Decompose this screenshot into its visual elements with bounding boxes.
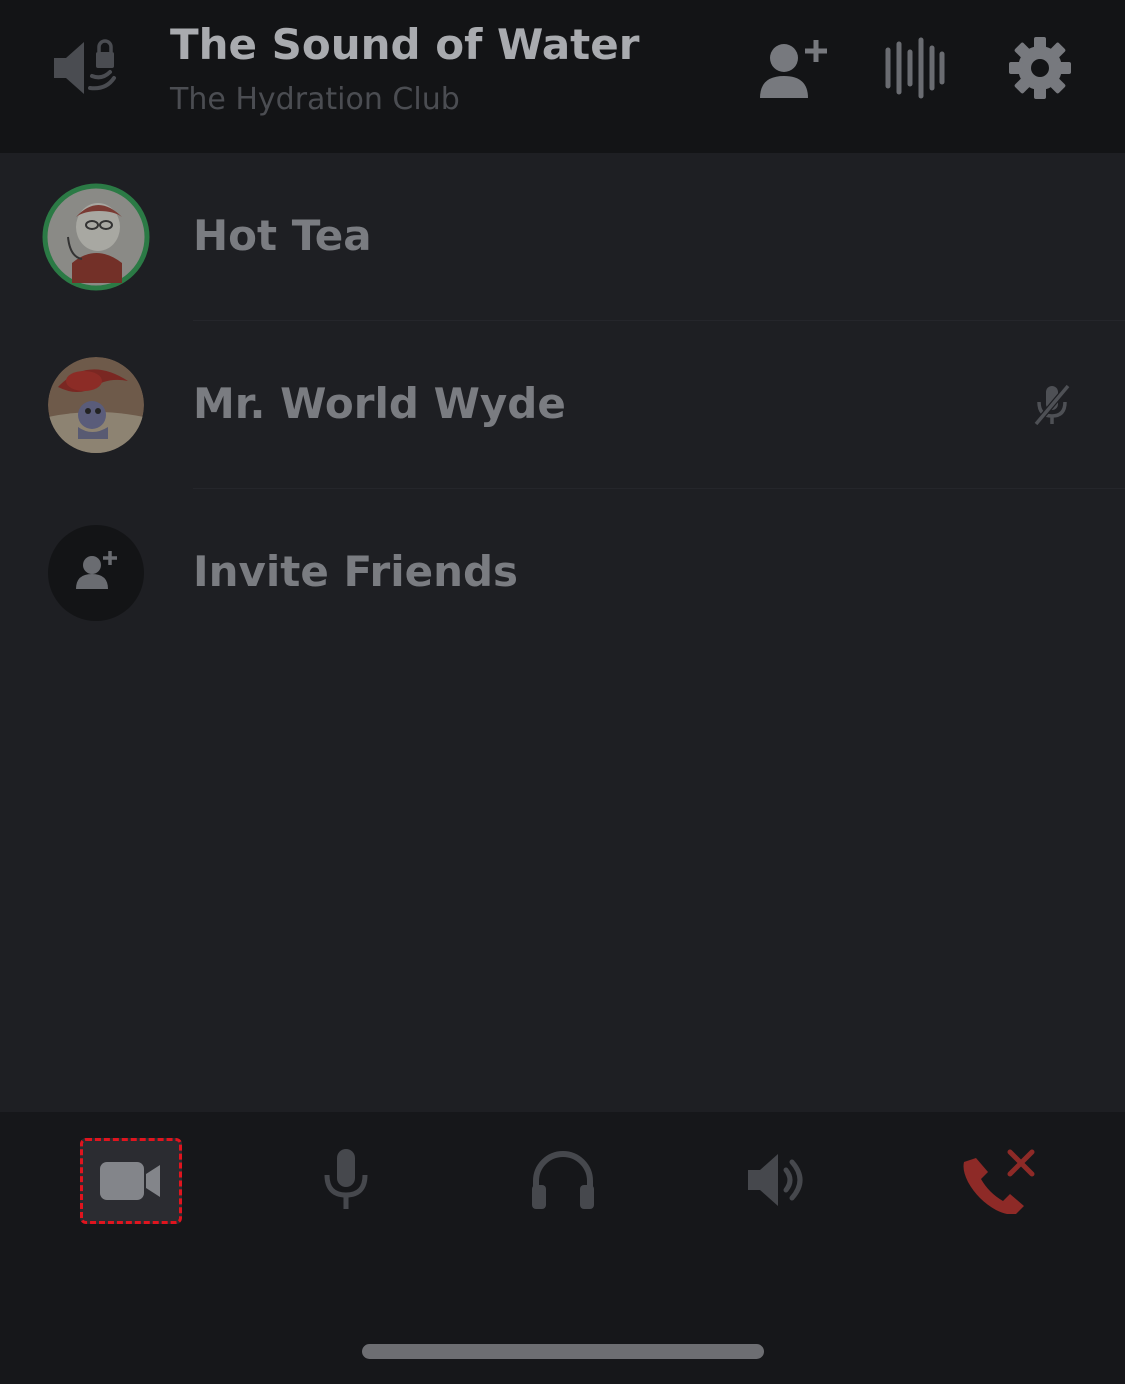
deafen-button[interactable] — [513, 1138, 613, 1222]
video-button[interactable] — [80, 1138, 182, 1224]
call-controls-bar — [0, 1112, 1125, 1384]
microphone-button[interactable] — [296, 1138, 396, 1222]
server-name: The Hydration Club — [170, 82, 460, 117]
invite-friends-label: Invite Friends — [193, 547, 519, 596]
voice-channel-header: The Sound of Water The Hydration Club — [0, 0, 1125, 153]
microphone-icon — [324, 1149, 368, 1209]
video-camera-icon — [100, 1162, 160, 1200]
add-member-icon — [760, 40, 827, 98]
add-person-icon — [76, 551, 117, 589]
disconnect-button[interactable] — [948, 1138, 1048, 1222]
channel-title: The Sound of Water — [170, 20, 640, 69]
member-row[interactable]: Hot Tea — [0, 153, 1125, 321]
member-name: Mr. World Wyde — [193, 379, 566, 428]
add-member-button[interactable] — [752, 28, 832, 108]
avatar-image — [42, 183, 150, 291]
settings-button[interactable] — [1000, 28, 1080, 108]
avatar-image — [48, 357, 144, 453]
member-name: Hot Tea — [193, 211, 372, 260]
home-indicator[interactable] — [362, 1344, 764, 1359]
speaker-icon — [748, 1154, 803, 1206]
voice-activity-icon — [885, 37, 945, 99]
microphone-muted-icon — [1033, 384, 1071, 426]
invite-avatar — [48, 525, 144, 621]
gear-icon — [1009, 37, 1071, 99]
disconnect-call-icon — [963, 1149, 1035, 1214]
speaker-button[interactable] — [727, 1138, 827, 1222]
voice-activity-button[interactable] — [874, 28, 954, 108]
avatar — [42, 183, 150, 291]
member-row[interactable]: Mr. World Wyde — [0, 321, 1125, 489]
headphones-icon — [532, 1151, 594, 1209]
voice-member-list: Hot Tea Mr. World Wyde Invite Friends — [0, 153, 1125, 657]
invite-friends-row[interactable]: Invite Friends — [0, 489, 1125, 657]
avatar — [48, 357, 144, 453]
locked-voice-channel-icon — [54, 39, 116, 94]
